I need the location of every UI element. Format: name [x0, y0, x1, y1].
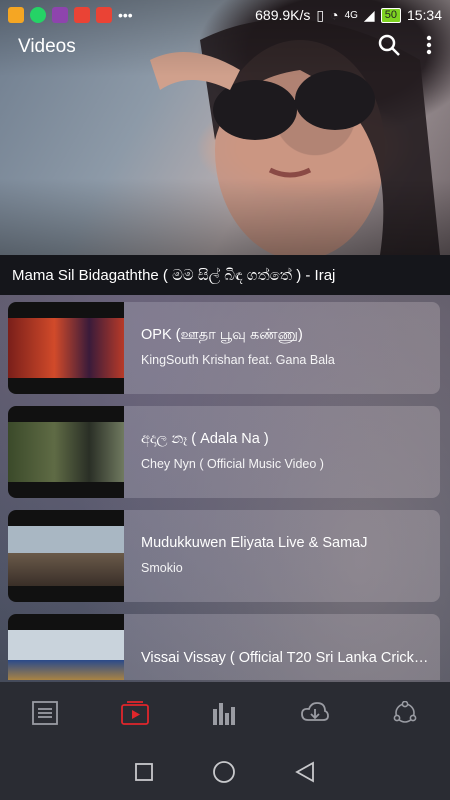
- video-icon: [121, 701, 149, 725]
- video-thumbnail: [8, 406, 124, 498]
- clock: 15:34: [406, 7, 442, 23]
- video-card[interactable]: අදාල නෑ ( Adala Na ) Chey Nyn ( Official…: [8, 406, 440, 498]
- nav-share[interactable]: [360, 701, 450, 725]
- share-icon: [393, 701, 417, 723]
- whatsapp-icon: [30, 7, 46, 23]
- featured-video-title[interactable]: Mama Sil Bidagaththe ( මම සිල් බිඳ ගත්තේ…: [0, 255, 450, 295]
- video-title: අදාල නෑ ( Adala Na ): [141, 431, 269, 447]
- nav-download[interactable]: [270, 701, 360, 725]
- signal-icon: ◢: [363, 6, 375, 23]
- video-title: Mudukkuwen Eliyata Live & SamaJ: [141, 535, 368, 551]
- recents-icon[interactable]: [134, 762, 154, 782]
- download-icon: [301, 702, 329, 721]
- page-title: Videos: [18, 36, 76, 57]
- status-bar: ••• 689.9K/s ▯ ◔ 4G ◢ 50 15:34: [0, 0, 450, 30]
- search-icon[interactable]: [378, 34, 400, 61]
- system-navigation: [0, 744, 450, 800]
- nav-videos[interactable]: [90, 701, 180, 725]
- home-icon[interactable]: [212, 760, 236, 784]
- video-thumbnail: [8, 614, 124, 680]
- video-card[interactable]: Mudukkuwen Eliyata Live & SamaJ Smokio: [8, 510, 440, 602]
- video-thumbnail: [8, 302, 124, 394]
- nav-list[interactable]: [0, 701, 90, 725]
- video-artist: Smokio: [141, 561, 183, 575]
- battery-indicator: 50: [380, 7, 401, 23]
- video-card[interactable]: Vissai Vissay ( Official T20 Sri Lanka C…: [8, 614, 440, 680]
- vibrate-icon: ▯: [316, 6, 325, 23]
- gallery-icon: [8, 7, 24, 23]
- video-thumbnail: [8, 510, 124, 602]
- bottom-navigation: [0, 682, 450, 744]
- video-card[interactable]: OPK (ஊதா பூவு கண்ணு) KingSouth Krishan f…: [8, 302, 440, 394]
- gmail-icon: [74, 7, 90, 23]
- network-type: 4G: [344, 9, 358, 21]
- more-vert-icon[interactable]: [426, 35, 432, 60]
- list-icon: [32, 701, 58, 725]
- video-title: OPK (ஊதா பூவு கண்ணு): [141, 327, 303, 343]
- app-bar: Videos: [0, 30, 450, 64]
- photo-icon: [52, 7, 68, 23]
- wifi-icon: ◔: [330, 7, 339, 23]
- video-list[interactable]: OPK (ஊதா பூவு கண்ணு) KingSouth Krishan f…: [0, 302, 450, 680]
- network-speed: 689.9K/s: [255, 7, 311, 23]
- gmail-icon: [96, 7, 112, 23]
- equalizer-icon: [213, 703, 235, 725]
- back-icon[interactable]: [294, 761, 316, 783]
- more-icon: •••: [118, 7, 133, 23]
- video-artist: Chey Nyn ( Official Music Video ): [141, 457, 324, 471]
- video-title: Vissai Vissay ( Official T20 Sri Lanka C…: [141, 650, 432, 666]
- video-artist: KingSouth Krishan feat. Gana Bala: [141, 353, 335, 367]
- nav-equalizer[interactable]: [180, 701, 270, 725]
